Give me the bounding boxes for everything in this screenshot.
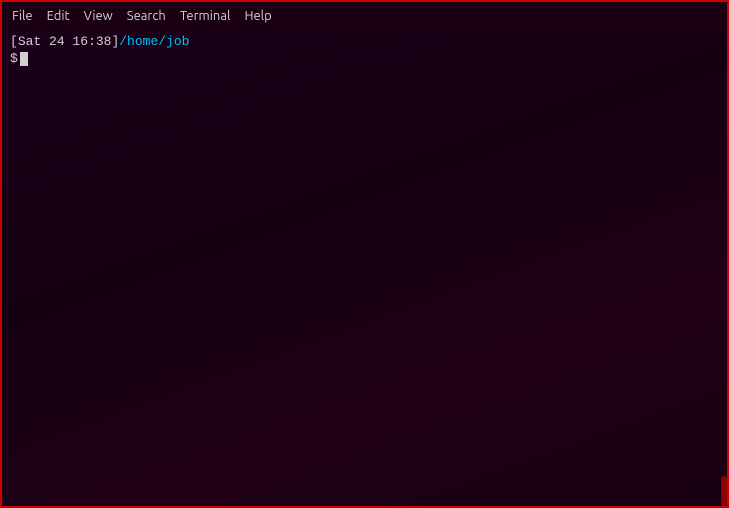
menu-file[interactable]: File: [6, 7, 39, 25]
scrollbar[interactable]: [721, 476, 727, 506]
menubar: File Edit View Search Terminal Help: [2, 2, 727, 30]
menu-terminal[interactable]: Terminal: [174, 7, 237, 25]
menu-edit[interactable]: Edit: [41, 7, 76, 25]
cursor: [20, 52, 28, 66]
menu-help[interactable]: Help: [238, 7, 277, 25]
prompt-path: /home/job: [119, 34, 189, 49]
menu-view[interactable]: View: [78, 7, 119, 25]
terminal-window[interactable]: File Edit View Search Terminal Help [Sat…: [2, 2, 727, 506]
prompt-bracket-open: [: [10, 34, 18, 49]
terminal-body[interactable]: [Sat 24 16:38] /home/job $: [2, 30, 727, 506]
prompt-time: Sat 24 16:38: [18, 34, 112, 49]
prompt-bracket-close: ]: [111, 34, 119, 49]
menu-search[interactable]: Search: [121, 7, 172, 25]
prompt-dollar: $: [10, 51, 18, 66]
prompt-line: [Sat 24 16:38] /home/job: [10, 34, 719, 49]
prompt-dollar-line: $: [10, 51, 719, 66]
